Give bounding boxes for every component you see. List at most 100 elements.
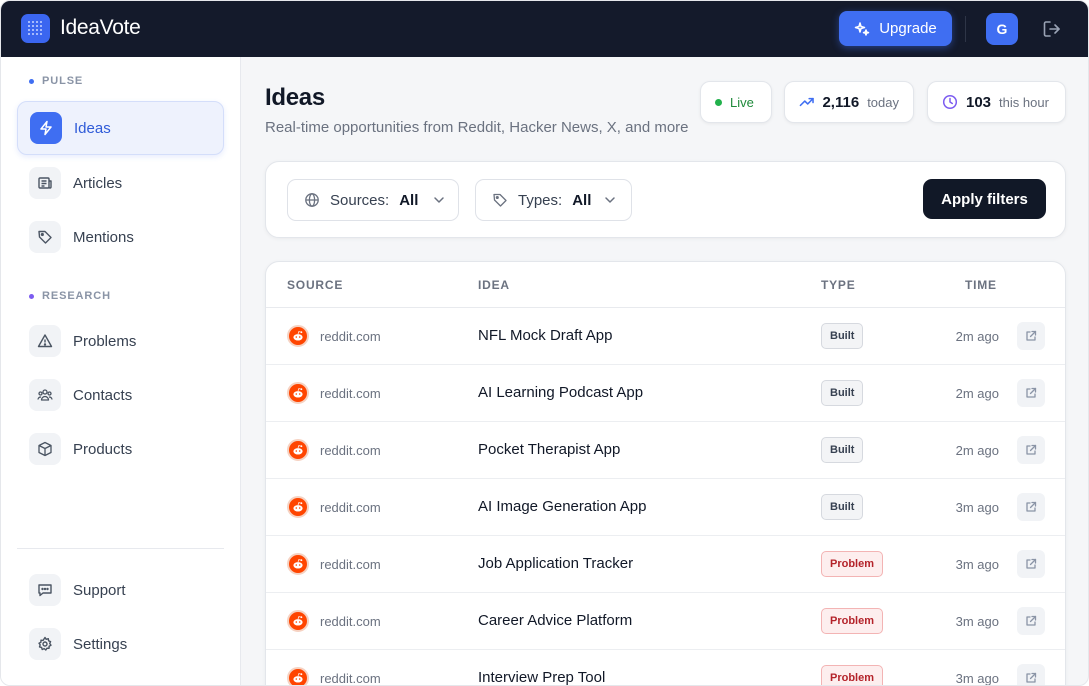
external-link-icon xyxy=(1026,558,1037,569)
type-badge: Built xyxy=(821,494,864,520)
external-link-icon xyxy=(1026,672,1037,683)
sidebar-item-support[interactable]: Support xyxy=(17,563,224,617)
open-link-button[interactable] xyxy=(1017,493,1045,521)
open-link-button[interactable] xyxy=(1017,664,1045,685)
chat-icon xyxy=(29,574,61,606)
sidebar: PULSE Ideas Articles Mentions RESEARCH P… xyxy=(1,57,241,685)
row-idea[interactable]: Career Advice Platform xyxy=(478,612,632,629)
type-badge: Problem xyxy=(821,551,884,577)
table-row[interactable]: reddit.com Interview Prep Tool Problem 3m a… xyxy=(266,650,1065,686)
lightning-icon xyxy=(30,112,62,144)
globe-icon xyxy=(305,193,319,207)
column-header-source[interactable]: SOURCE xyxy=(287,278,343,292)
sidebar-item-ideas[interactable]: Ideas xyxy=(17,101,224,155)
sidebar-item-label: Problems xyxy=(73,332,137,350)
sidebar-item-products[interactable]: Products xyxy=(17,422,224,476)
row-source: reddit.com xyxy=(320,671,381,686)
table-row[interactable]: reddit.com Pocket Therapist App Built 2m ag… xyxy=(266,422,1065,479)
reddit-icon xyxy=(287,553,309,575)
row-source: reddit.com xyxy=(320,614,381,629)
row-idea[interactable]: AI Image Generation App xyxy=(478,498,646,515)
type-badge: Problem xyxy=(821,665,884,685)
ideas-table: SOURCE IDEA TYPE TIME reddit.com NFL Mock… xyxy=(265,261,1066,686)
row-time: 2m ago xyxy=(955,443,999,458)
page-title: Ideas xyxy=(265,84,325,111)
sidebar-item-label: Support xyxy=(73,581,126,599)
gear-icon xyxy=(29,628,61,660)
table-row[interactable]: reddit.com NFL Mock Draft App Built 2m ago xyxy=(266,308,1065,365)
users-icon xyxy=(29,379,61,411)
type-badge: Built xyxy=(821,323,864,349)
upgrade-label: Upgrade xyxy=(879,20,937,37)
table-row[interactable]: reddit.com Career Advice Platform Problem 3… xyxy=(266,593,1065,650)
tag-icon xyxy=(29,221,61,253)
sidebar-item-label: Mentions xyxy=(73,228,134,246)
sidebar-item-articles[interactable]: Articles xyxy=(17,156,224,210)
table-row[interactable]: reddit.com AI Image Generation App Built 3m… xyxy=(266,479,1065,536)
section-dot xyxy=(29,78,34,84)
open-link-button[interactable] xyxy=(1017,607,1045,635)
row-idea[interactable]: Pocket Therapist App xyxy=(478,441,620,458)
sources-dropdown[interactable]: Sources: All xyxy=(287,179,459,221)
app-name[interactable]: IdeaVote xyxy=(60,16,141,40)
open-link-button[interactable] xyxy=(1017,379,1045,407)
row-time: 2m ago xyxy=(955,329,999,344)
live-badge: Live xyxy=(700,81,772,123)
sidebar-item-contacts[interactable]: Contacts xyxy=(17,368,224,422)
row-idea[interactable]: NFL Mock Draft App xyxy=(478,327,613,344)
column-header-idea[interactable]: IDEA xyxy=(478,278,510,292)
reddit-icon xyxy=(287,496,309,518)
tag-icon xyxy=(493,193,507,207)
apply-filters-button[interactable]: Apply filters xyxy=(923,179,1046,219)
sparkle-icon xyxy=(854,21,870,36)
external-link-icon xyxy=(1026,387,1037,398)
live-label: Live xyxy=(730,94,754,110)
section-label-pulse: PULSE xyxy=(29,75,83,87)
row-idea[interactable]: Interview Prep Tool xyxy=(478,669,605,685)
row-time: 2m ago xyxy=(955,386,999,401)
stat-today: 2,116 today xyxy=(784,81,914,123)
filter-bar: Sources: All Types: All Apply filters xyxy=(265,161,1066,238)
reddit-icon xyxy=(287,325,309,347)
row-idea[interactable]: Job Application Tracker xyxy=(478,555,633,572)
external-link-icon xyxy=(1026,444,1037,455)
open-link-button[interactable] xyxy=(1017,322,1045,350)
stat-today-value: 2,116 xyxy=(822,93,860,111)
row-source: reddit.com xyxy=(320,443,381,458)
stat-hour-value: 103 xyxy=(966,93,992,111)
external-link-icon xyxy=(1026,330,1037,341)
row-source: reddit.com xyxy=(320,329,381,344)
logout-icon[interactable] xyxy=(1041,18,1063,40)
reddit-icon xyxy=(287,382,309,404)
upgrade-button[interactable]: Upgrade xyxy=(839,11,952,46)
section-label-text: PULSE xyxy=(42,75,84,87)
table-row[interactable]: reddit.com AI Learning Podcast App Built 2m… xyxy=(266,365,1065,422)
sidebar-item-label: Products xyxy=(73,440,133,458)
row-time: 3m ago xyxy=(955,500,999,515)
row-source: reddit.com xyxy=(320,500,381,515)
type-badge: Built xyxy=(821,380,864,406)
sidebar-item-settings[interactable]: Settings xyxy=(17,617,224,671)
type-badge: Built xyxy=(821,437,864,463)
sidebar-item-problems[interactable]: Problems xyxy=(17,314,224,368)
warning-icon xyxy=(29,325,61,357)
logo-icon[interactable] xyxy=(21,14,50,43)
table-row[interactable]: reddit.com Job Application Tracker Problem… xyxy=(266,536,1065,593)
newspaper-icon xyxy=(29,167,61,199)
types-dropdown[interactable]: Types: All xyxy=(475,179,632,221)
type-badge: Problem xyxy=(821,608,884,634)
row-idea[interactable]: AI Learning Podcast App xyxy=(478,384,643,401)
external-link-icon xyxy=(1026,615,1037,626)
box-icon xyxy=(29,433,61,465)
reddit-icon xyxy=(287,667,309,685)
chevron-down-icon xyxy=(605,197,616,203)
reddit-icon xyxy=(287,439,309,461)
top-bar: IdeaVote Upgrade G xyxy=(1,1,1088,57)
column-header-type[interactable]: TYPE xyxy=(821,278,856,292)
column-header-time[interactable]: TIME xyxy=(965,278,997,292)
avatar[interactable]: G xyxy=(986,13,1018,45)
row-source: reddit.com xyxy=(320,557,381,572)
sidebar-item-mentions[interactable]: Mentions xyxy=(17,210,224,264)
open-link-button[interactable] xyxy=(1017,550,1045,578)
open-link-button[interactable] xyxy=(1017,436,1045,464)
